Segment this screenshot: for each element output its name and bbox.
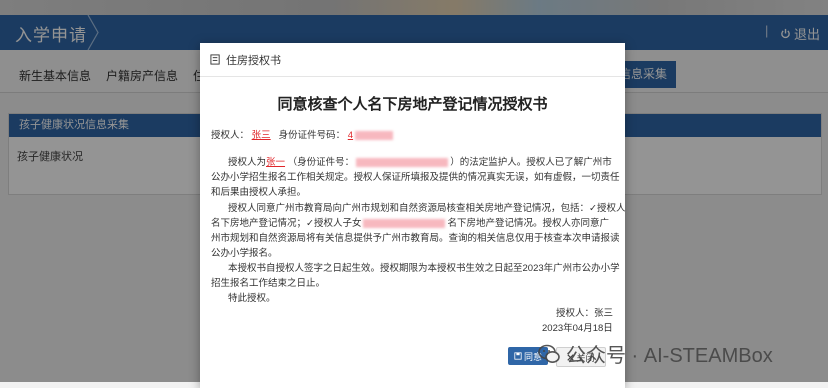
- guardian-child-name: 张一: [266, 157, 286, 168]
- modal-title: 住房授权书: [226, 54, 281, 67]
- document-title: 同意核查个人名下房地产登记情况授权书: [277, 96, 548, 113]
- p1-text-c: ）的法定监护人。授权人已了解广州市: [450, 157, 612, 168]
- p1-line1: 授权人为张一 （身份证件号： ）的法定监护人。授权人已了解广州市: [228, 154, 612, 168]
- authorizer-label: 授权人：: [211, 130, 250, 141]
- p4-line: 特此授权。: [228, 293, 276, 304]
- signature-line: 授权人：张三: [556, 308, 614, 319]
- p3-line1: 本授权书自授权人签字之日起生效。授权期限为本授权书生效之日起至2023年广州市公…: [228, 263, 620, 274]
- modal-header: 住房授权书: [200, 43, 625, 77]
- p1-line2: 公办小学招生报名工作相关规定。授权人保证所填报及提供的情况真实无误，如有虚假，一…: [211, 172, 620, 183]
- p2-line1: 授权人同意广州市教育局向广州市规划和自然资源局核查相关房地产登记情况，包括：✓授…: [228, 203, 626, 214]
- date-line: 2023年04月18日: [542, 323, 613, 334]
- p1-text-b: （身份证件号：: [287, 157, 355, 168]
- wechat-icon: [538, 344, 560, 363]
- watermark-text: 公众号 · AI-STEAMBox: [566, 345, 773, 367]
- p2-text-a: 名下房地产登记情况；✓授权人子女: [211, 218, 362, 229]
- p2-line2: 名下房地产登记情况；✓授权人子女 名下房地产登记情况。授权人亦同意广: [211, 215, 609, 229]
- redaction-mark: [356, 157, 449, 167]
- p3-line2: 招生报名工作结束之日止。: [211, 278, 326, 289]
- redaction-mark: [363, 218, 446, 228]
- authorization-modal: 住房授权书 同意核查个人名下房地产登记情况授权书 授权人： 张三 身份证件号码：…: [200, 43, 625, 388]
- p1-line3: 和后果由授权人承担。: [211, 187, 307, 198]
- p2-line4: 公办小学报名。: [211, 248, 278, 259]
- authorizer-name: 张三: [251, 130, 271, 141]
- id-label: 身份证件号码：: [278, 130, 346, 141]
- id-value: 4: [347, 130, 354, 141]
- authorizer-line: 授权人： 张三 身份证件号码： 4: [211, 127, 395, 141]
- document-icon: [210, 54, 220, 65]
- redaction-mark: [355, 130, 394, 140]
- p2-text-b: 名下房地产登记情况。授权人亦同意广: [447, 218, 609, 229]
- watermark: 公众号 · AI-STEAMBox: [538, 339, 773, 368]
- save-icon: [514, 352, 522, 360]
- p2-line3: 州市规划和自然资源局将有关信息提供予广州市教育局。查询的相关信息仅用于核查本次申…: [211, 233, 620, 244]
- p1-text-a: 授权人为: [228, 157, 267, 168]
